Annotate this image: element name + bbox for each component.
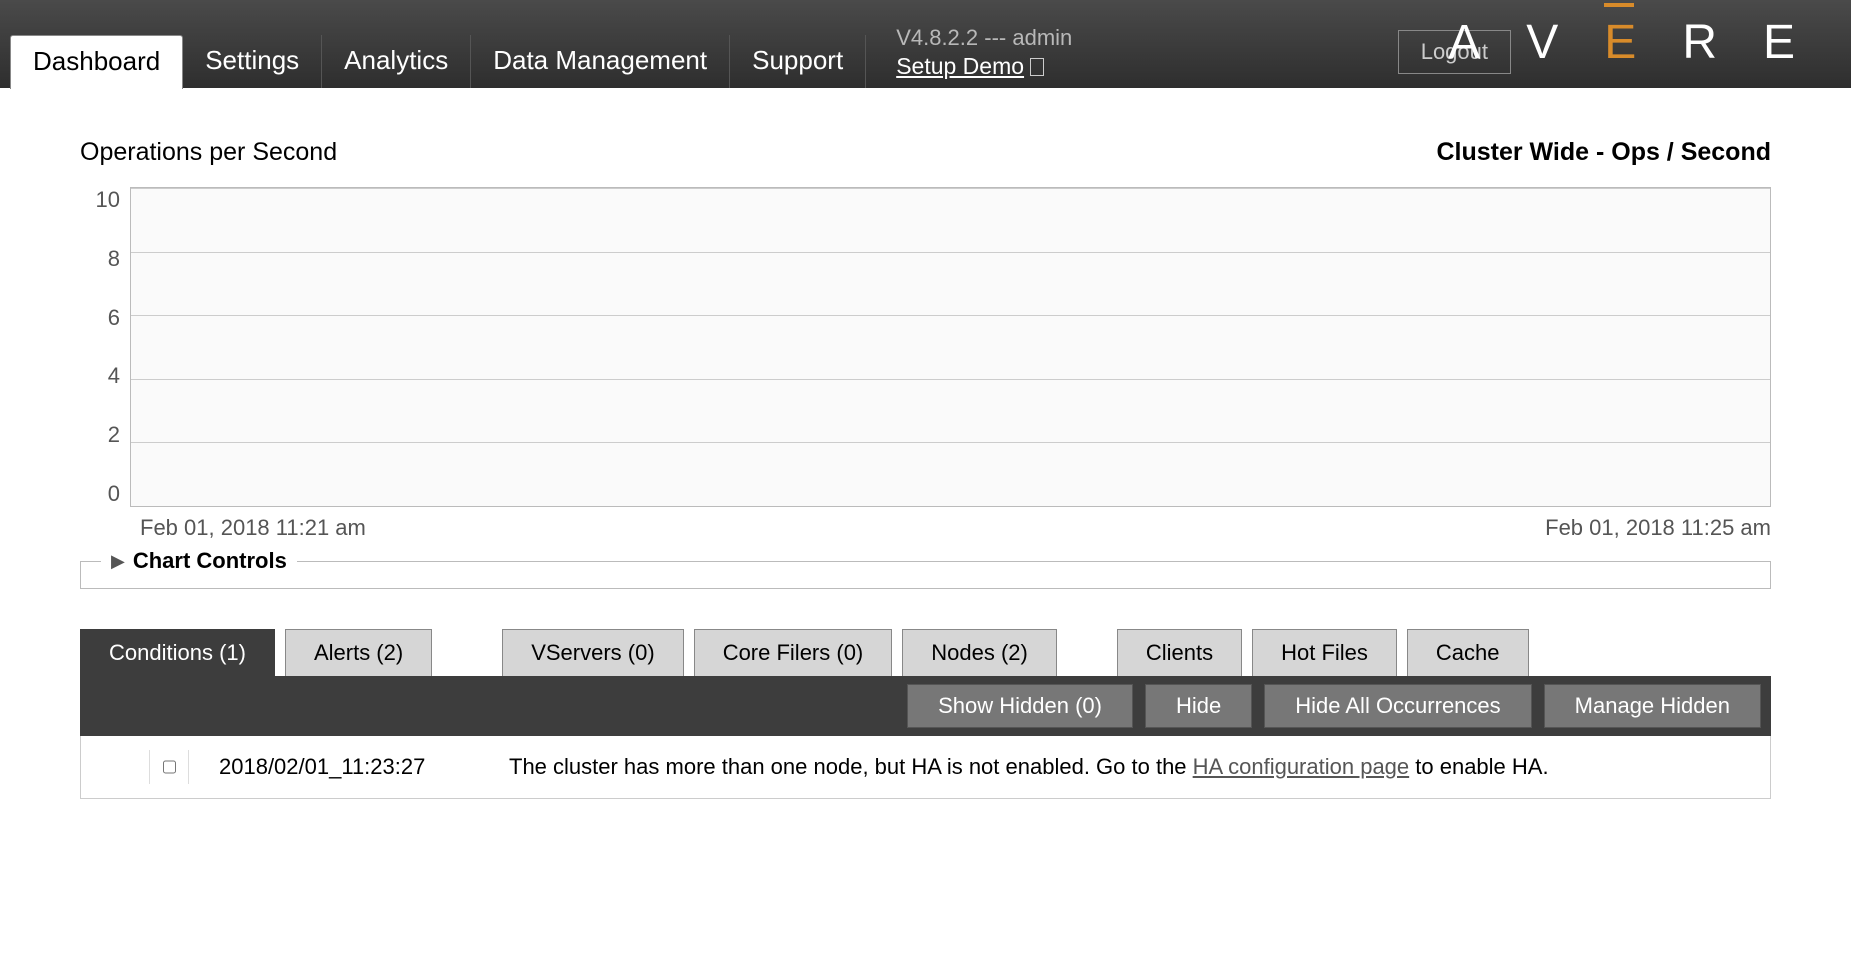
chart-title-left: Operations per Second — [80, 138, 337, 167]
chart-controls[interactable]: ▶ Chart Controls — [80, 561, 1771, 589]
y-tick: 2 — [108, 422, 120, 448]
x-start-label: Feb 01, 2018 11:21 am — [140, 515, 366, 541]
y-tick: 8 — [108, 246, 120, 272]
tab-conditions[interactable]: Conditions (1) — [80, 629, 275, 676]
tab-vservers[interactable]: VServers (0) — [502, 629, 683, 676]
hide-all-occurrences-button[interactable]: Hide All Occurrences — [1264, 684, 1531, 728]
chart-plot[interactable] — [130, 187, 1771, 507]
logo-letter: R — [1682, 15, 1743, 70]
condition-msg-prefix: The cluster has more than one node, but … — [509, 754, 1193, 779]
condition-timestamp: 2018/02/01_11:23:27 — [219, 754, 479, 780]
show-hidden-button[interactable]: Show Hidden (0) — [907, 684, 1133, 728]
y-tick: 10 — [96, 187, 120, 213]
tab-clients[interactable]: Clients — [1117, 629, 1242, 676]
ha-configuration-link[interactable]: HA configuration page — [1193, 754, 1410, 779]
y-tick: 4 — [108, 363, 120, 389]
nav-tab-settings[interactable]: Settings — [183, 35, 322, 88]
tab-core-filers[interactable]: Core Filers (0) — [694, 629, 893, 676]
hide-button[interactable]: Hide — [1145, 684, 1252, 728]
condition-msg-suffix: to enable HA. — [1409, 754, 1548, 779]
tab-hot-files[interactable]: Hot Files — [1252, 629, 1397, 676]
avere-logo: AVERE — [1448, 15, 1821, 70]
nav-tab-support[interactable]: Support — [730, 35, 866, 88]
document-icon — [1030, 58, 1044, 76]
dashboard-content: Operations per Second Cluster Wide - Ops… — [0, 88, 1851, 839]
nav-tab-dashboard[interactable]: Dashboard — [10, 35, 183, 89]
logo-letter: V — [1526, 15, 1584, 70]
tab-nodes[interactable]: Nodes (2) — [902, 629, 1057, 676]
y-tick: 6 — [108, 305, 120, 331]
condition-row: 2018/02/01_11:23:27 The cluster has more… — [81, 736, 1770, 798]
cluster-name-link[interactable]: Setup Demo — [896, 53, 1072, 80]
condition-checkbox[interactable] — [163, 757, 176, 777]
logo-letter: E — [1604, 15, 1662, 70]
chevron-right-icon: ▶ — [111, 551, 125, 572]
setup-demo-label: Setup Demo — [896, 53, 1024, 80]
status-panel: Conditions (1) Alerts (2) VServers (0) C… — [80, 629, 1771, 799]
condition-message: The cluster has more than one node, but … — [509, 754, 1750, 780]
version-text: V4.8.2.2 --- admin — [896, 25, 1072, 51]
header-bar: Dashboard Settings Analytics Data Manage… — [0, 0, 1851, 88]
chart-title-right: Cluster Wide - Ops / Second — [1436, 138, 1771, 167]
nav-tab-data-management[interactable]: Data Management — [471, 35, 730, 88]
manage-hidden-button[interactable]: Manage Hidden — [1544, 684, 1761, 728]
main-nav: Dashboard Settings Analytics Data Manage… — [10, 34, 866, 88]
y-tick: 0 — [108, 481, 120, 507]
chart-header: Operations per Second Cluster Wide - Ops… — [80, 138, 1771, 167]
version-block: V4.8.2.2 --- admin Setup Demo — [896, 25, 1072, 88]
conditions-table: 2018/02/01_11:23:27 The cluster has more… — [80, 736, 1771, 799]
x-axis: Feb 01, 2018 11:21 am Feb 01, 2018 11:25… — [140, 507, 1771, 541]
y-axis: 10 8 6 4 2 0 — [80, 187, 130, 507]
status-tabs: Conditions (1) Alerts (2) VServers (0) C… — [80, 629, 1771, 676]
x-end-label: Feb 01, 2018 11:25 am — [1545, 515, 1771, 541]
nav-tab-analytics[interactable]: Analytics — [322, 35, 471, 88]
tab-cache[interactable]: Cache — [1407, 629, 1529, 676]
chart-controls-label: Chart Controls — [133, 548, 287, 574]
conditions-actions-bar: Show Hidden (0) Hide Hide All Occurrence… — [80, 676, 1771, 736]
logo-letter: A — [1448, 15, 1506, 70]
chart-area: 10 8 6 4 2 0 — [80, 187, 1771, 507]
tab-alerts[interactable]: Alerts (2) — [285, 629, 432, 676]
logo-letter: E — [1763, 15, 1821, 70]
